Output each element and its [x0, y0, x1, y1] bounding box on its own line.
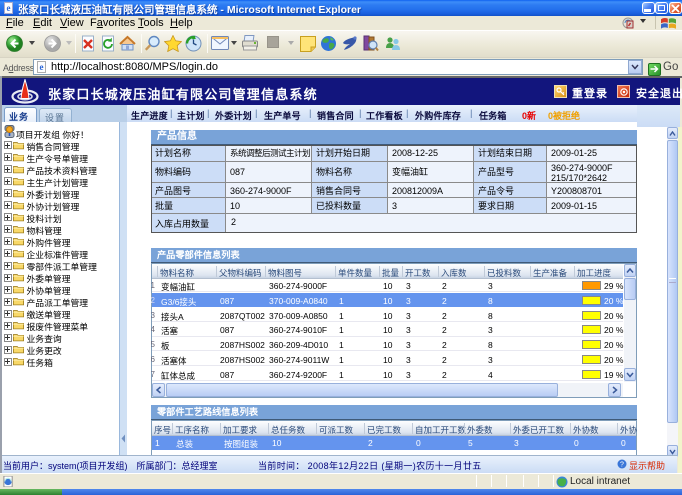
svg-text:?: ? — [620, 462, 624, 469]
svg-text:e: e — [40, 62, 44, 72]
svg-text:e: e — [7, 3, 11, 13]
